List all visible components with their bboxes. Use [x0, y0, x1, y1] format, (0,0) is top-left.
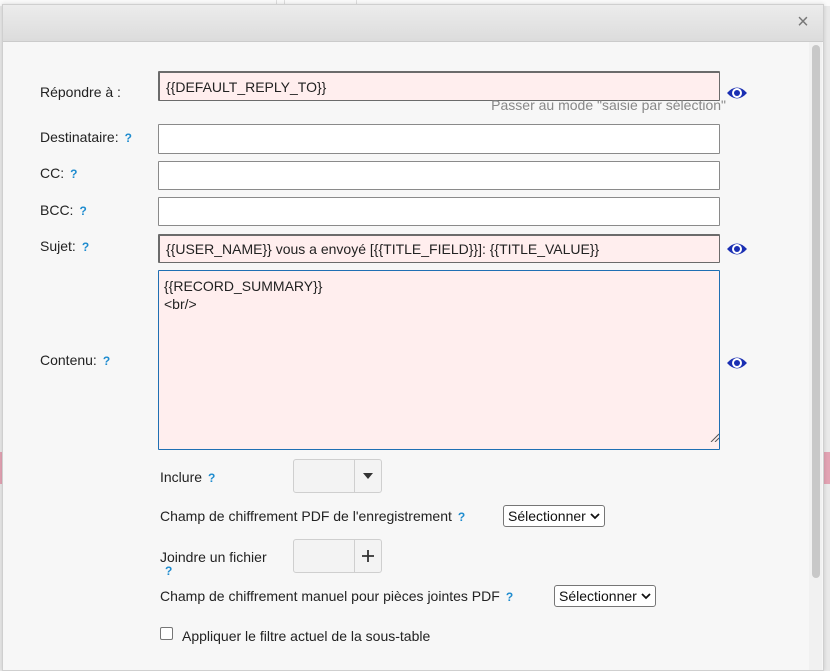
help-icon[interactable]: ?	[82, 240, 89, 254]
recipient-label: Destinataire:?	[40, 129, 132, 145]
content-label: Contenu:?	[40, 352, 111, 368]
cc-field[interactable]	[158, 161, 720, 190]
help-icon[interactable]: ?	[506, 590, 513, 604]
pdf-encryption-label: Champ de chiffrement PDF de l'enregistre…	[160, 508, 466, 524]
eye-icon[interactable]	[726, 84, 748, 102]
select-value: Sélectionner	[508, 508, 586, 524]
help-icon[interactable]: ?	[208, 471, 215, 485]
help-icon[interactable]: ?	[70, 167, 77, 181]
resize-grip-icon[interactable]	[709, 432, 719, 442]
manual-pdf-encryption-select[interactable]: Sélectionner	[554, 585, 656, 607]
attach-file-control[interactable]	[293, 539, 382, 573]
help-icon[interactable]: ?	[165, 564, 172, 578]
content-field[interactable]: {{RECORD_SUMMARY}} <br/>	[158, 270, 720, 450]
attach-label: Joindre un fichier	[160, 549, 267, 565]
scrollbar-thumb[interactable]	[812, 45, 820, 578]
help-icon[interactable]: ?	[103, 354, 110, 368]
subject-field[interactable]	[158, 234, 720, 263]
select-value: Sélectionner	[559, 588, 637, 604]
chevron-down-icon	[641, 592, 651, 599]
recipient-field[interactable]	[158, 124, 720, 154]
bcc-field[interactable]	[158, 197, 720, 226]
help-icon[interactable]: ?	[125, 131, 132, 145]
plus-icon[interactable]	[355, 540, 381, 572]
include-dropdown[interactable]	[293, 459, 382, 493]
apply-filter-checkbox[interactable]	[160, 627, 173, 640]
include-label: Inclure?	[160, 469, 216, 485]
cc-label: CC:?	[40, 165, 78, 181]
manual-pdf-encryption-label: Champ de chiffrement manuel pour pièces …	[160, 588, 514, 604]
caret-down-icon[interactable]	[355, 460, 381, 492]
close-icon[interactable]: ×	[795, 12, 811, 32]
eye-icon[interactable]	[726, 240, 748, 258]
eye-icon[interactable]	[726, 354, 748, 372]
help-icon[interactable]: ?	[458, 510, 465, 524]
pdf-encryption-select[interactable]: Sélectionner	[503, 505, 605, 527]
bcc-label: BCC:?	[40, 202, 87, 218]
reply-to-label: Répondre à :	[40, 84, 121, 100]
subject-label: Sujet:?	[40, 238, 90, 254]
chevron-down-icon	[590, 512, 600, 519]
help-icon[interactable]: ?	[79, 204, 86, 218]
selection-mode-link[interactable]: Passer au mode "saisie par sélection"	[491, 97, 726, 113]
dialog-titlebar: ×	[3, 5, 823, 42]
apply-filter-label: Appliquer le filtre actuel de la sous-ta…	[182, 628, 431, 644]
